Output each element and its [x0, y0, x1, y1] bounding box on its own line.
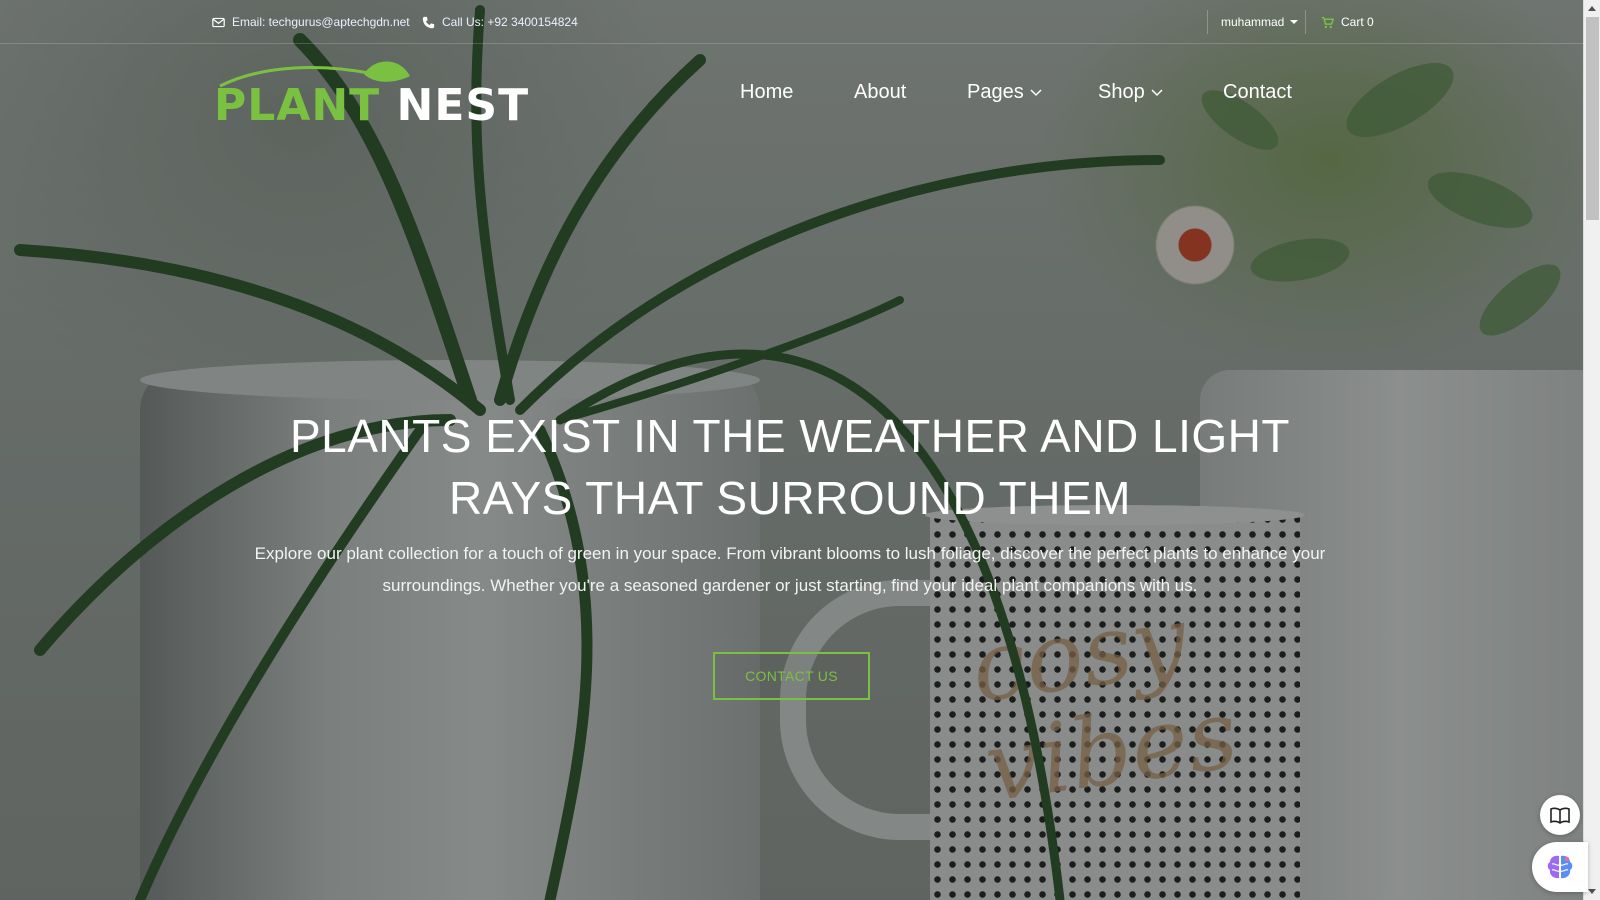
- contact-us-button[interactable]: CONTACT US: [713, 652, 870, 700]
- logo-word-plant: PLANT: [214, 80, 381, 131]
- topbar-divider: [1305, 10, 1306, 34]
- ai-assistant-button[interactable]: [1532, 842, 1588, 892]
- cart-icon: [1321, 16, 1334, 28]
- nav-shop-label: Shop: [1098, 80, 1145, 103]
- chevron-down-icon: [1030, 89, 1042, 97]
- top-bar: Email: techgurus@aptechgdn.net Call Us: …: [0, 0, 1583, 44]
- cart-count: Cart 0: [1341, 15, 1374, 29]
- email-contact[interactable]: Email: techgurus@aptechgdn.net: [212, 0, 410, 44]
- nav-about[interactable]: About: [854, 72, 906, 112]
- reader-mode-button[interactable]: [1540, 795, 1580, 835]
- logo-wordmark: PLANT NEST: [214, 80, 529, 131]
- cart-link[interactable]: Cart 0: [1321, 0, 1374, 44]
- topbar-divider: [1207, 10, 1208, 34]
- hero-description: Explore our plant collection for a touch…: [254, 544, 1326, 595]
- caret-down-icon: [1290, 20, 1299, 24]
- nav-home[interactable]: Home: [740, 72, 793, 112]
- nav-contact-label: Contact: [1223, 80, 1292, 103]
- plant-nest-logo[interactable]: PLANT NEST: [214, 56, 528, 131]
- envelope-icon: [212, 17, 225, 27]
- scroll-thumb[interactable]: [1586, 17, 1599, 220]
- page-scrollbar[interactable]: [1583, 0, 1600, 900]
- nav-shop[interactable]: Shop: [1098, 72, 1163, 112]
- chevron-down-icon: [1151, 89, 1163, 97]
- phone-icon: [422, 16, 435, 28]
- nav-home-label: Home: [740, 80, 794, 103]
- nav-contact[interactable]: Contact: [1223, 72, 1292, 112]
- book-icon: [1550, 807, 1570, 824]
- phone-contact[interactable]: Call Us: +92 3400154824: [422, 0, 578, 44]
- nav-pages-label: Pages: [967, 80, 1024, 103]
- email-text: Email: techgurus@aptechgdn.net: [232, 15, 410, 29]
- hero-title: PLANTS EXIST IN THE WEATHER AND LIGHT RA…: [289, 410, 1291, 524]
- nav-pages[interactable]: Pages: [967, 72, 1042, 112]
- username: muhammad: [1221, 15, 1285, 29]
- logo-word-nest: NEST: [396, 80, 530, 131]
- user-dropdown[interactable]: muhammad: [1221, 0, 1299, 44]
- scroll-up-arrow-icon[interactable]: [1588, 6, 1596, 11]
- brain-icon: [1547, 855, 1573, 879]
- phone-text: Call Us: +92 3400154824: [442, 15, 578, 29]
- scroll-down-arrow-icon[interactable]: [1588, 889, 1596, 894]
- nav-about-label: About: [854, 80, 907, 103]
